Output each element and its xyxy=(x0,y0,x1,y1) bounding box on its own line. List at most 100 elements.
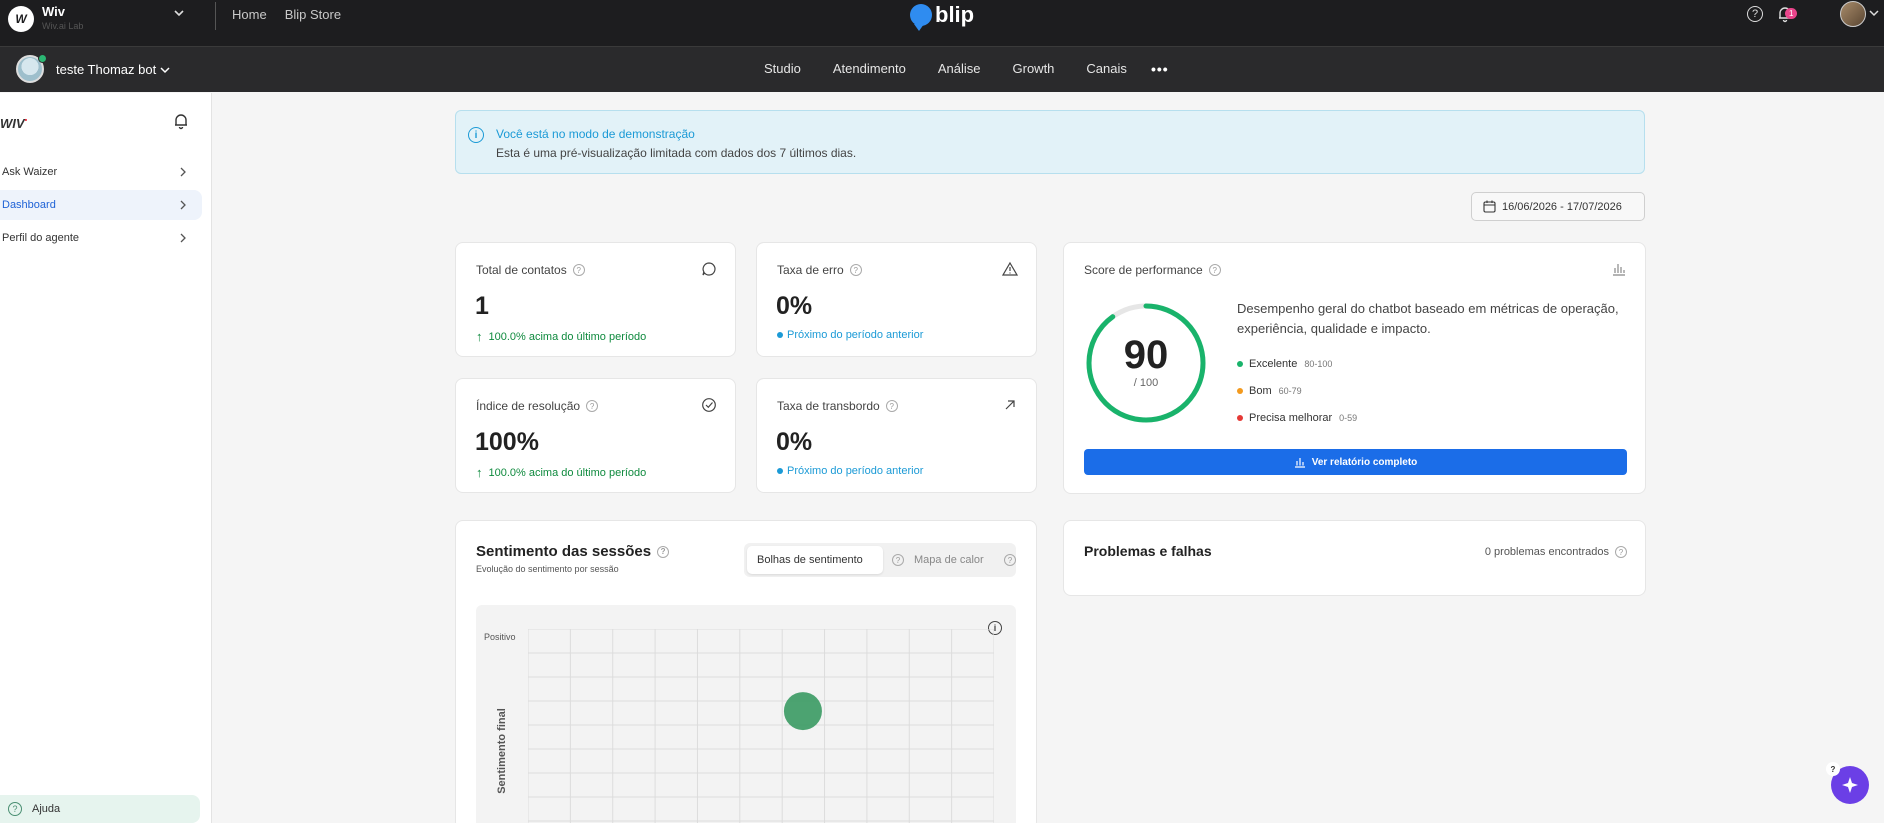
card-value: 0% xyxy=(776,292,813,320)
bar-chart-icon xyxy=(1294,458,1305,468)
notification-badge: 1 xyxy=(1785,8,1798,19)
blip-bubble-icon xyxy=(910,4,932,31)
bot-name: teste Thomaz bot xyxy=(56,62,157,77)
banner-text: Esta é uma pré-visualização limitada com… xyxy=(496,146,857,160)
legend-label: Precisa melhorar xyxy=(1249,412,1333,424)
trend-note: Próximo do período anterior xyxy=(777,329,923,341)
question-icon[interactable]: ? xyxy=(849,264,862,276)
date-range-picker[interactable]: 16/06/2026 - 17/07/2026 xyxy=(1471,192,1645,221)
question-icon[interactable]: ? xyxy=(1208,264,1221,276)
top-bar: W Wiv Wiv.ai Lab Home Blip Store blip ? … xyxy=(0,0,1884,46)
legend-range: 0-59 xyxy=(1339,413,1358,423)
demo-banner: i Você está no modo de demonstração Esta… xyxy=(455,110,1645,174)
metric-card-taxa-erro: Taxa de erro? 0% Próximo do período ante… xyxy=(756,242,1037,357)
performance-description: Desempenho geral do chatbot baseado em m… xyxy=(1237,301,1619,336)
arrow-up-icon: ↑ xyxy=(476,465,483,480)
card-value: 1 xyxy=(475,292,489,320)
performance-card: Score de performance? 90 / 100 Desempenh… xyxy=(1063,242,1646,494)
problems-card: Problemas e falhas 0 problemas encontrad… xyxy=(1063,520,1646,596)
question-icon[interactable]: ? xyxy=(657,545,670,558)
sparkle-icon xyxy=(1842,777,1858,793)
sidebar: WIV• Ask Waizer Dashboard Perfil do agen… xyxy=(0,93,212,823)
org-switcher[interactable]: W Wiv Wiv.ai Lab xyxy=(8,2,83,32)
sidebar-item-label: Perfil do agente xyxy=(2,232,80,244)
metric-card-indice-resolucao: Índice de resolução? 100% ↑ 100.0% acima … xyxy=(455,378,736,493)
trend-text: Próximo do período anterior xyxy=(787,329,924,341)
blip-store-link[interactable]: Blip Store xyxy=(285,7,341,22)
card-title: Problemas e falhas xyxy=(1084,543,1212,559)
sentiment-chart: i Positivo Sentimento final xyxy=(476,605,1016,823)
question-icon[interactable]: ? xyxy=(1615,546,1627,558)
card-value: 0% xyxy=(776,428,813,456)
sidebar-item-dashboard[interactable]: Dashboard xyxy=(0,190,202,220)
question-icon[interactable]: ? xyxy=(885,400,898,412)
brand-logo[interactable]: blip xyxy=(910,2,975,31)
status-dot xyxy=(777,468,783,474)
chat-bubble-icon xyxy=(702,262,716,276)
tab-bolhas-sentimento[interactable]: Bolhas de sentimento xyxy=(747,546,883,574)
question-icon[interactable]: ? xyxy=(1004,554,1016,566)
chevron-right-icon xyxy=(180,233,186,243)
sidebar-logo: WIV• xyxy=(0,116,28,131)
date-range-text: 16/06/2026 - 17/07/2026 xyxy=(1502,200,1622,213)
question-icon[interactable]: ? xyxy=(572,264,585,276)
question-icon: ? xyxy=(8,802,22,816)
button-label: Ver relatório completo xyxy=(1311,456,1418,468)
question-icon[interactable]: ? xyxy=(1826,762,1840,776)
legend-precisa-melhorar: Precisa melhorar 0-59 xyxy=(1237,412,1357,424)
chevron-down-icon[interactable] xyxy=(172,6,186,20)
legend-range: 60-79 xyxy=(1278,386,1302,396)
nav-canais[interactable]: Canais xyxy=(1086,61,1126,76)
help-icon[interactable]: ? xyxy=(1747,6,1763,22)
metric-card-taxa-transbordo: Taxa de transbordo? 0% Próximo do períod… xyxy=(756,378,1037,493)
check-circle-icon xyxy=(702,398,716,412)
chevron-down-icon xyxy=(160,66,170,73)
trend-text: 100.0% acima do último período xyxy=(488,466,647,479)
bot-bar: teste Thomaz bot Studio Atendimento Anál… xyxy=(0,46,1884,92)
nav-atendimento[interactable]: Atendimento xyxy=(833,61,906,76)
trend-note: ↑ 100.0% acima do último período xyxy=(476,465,646,480)
bot-selector[interactable]: teste Thomaz bot xyxy=(56,62,171,77)
user-avatar[interactable] xyxy=(1840,1,1866,27)
chevron-down-icon[interactable] xyxy=(1868,7,1880,19)
card-title: Sentimento das sessões xyxy=(476,543,652,560)
card-value: 100% xyxy=(475,428,539,456)
nav-studio[interactable]: Studio xyxy=(764,61,801,76)
bell-icon[interactable] xyxy=(172,112,190,130)
legend-label: Excelente xyxy=(1249,358,1298,370)
view-toggle: Bolhas de sentimento ? Mapa de calor ? xyxy=(744,543,1016,577)
chevron-right-icon xyxy=(180,167,186,177)
tab-mapa-calor[interactable]: Mapa de calor xyxy=(904,546,994,574)
sidebar-item-ask-waizer[interactable]: Ask Waizer xyxy=(0,157,202,187)
question-icon[interactable]: ? xyxy=(892,554,904,566)
full-report-button[interactable]: Ver relatório completo xyxy=(1084,449,1627,475)
arrow-up-right-icon xyxy=(1005,400,1015,410)
sentiment-card: Sentimento das sessões? Evolução do sent… xyxy=(455,520,1037,823)
sidebar-item-perfil-agente[interactable]: Perfil do agente xyxy=(0,223,202,253)
score-value: 90 xyxy=(1123,333,1169,377)
card-title: Score de performance xyxy=(1084,263,1203,277)
legend-range: 80-100 xyxy=(1304,359,1333,369)
legend-bom: Bom 60-79 xyxy=(1237,385,1302,397)
sentiment-bubble[interactable] xyxy=(783,692,822,731)
help-button[interactable]: ? Ajuda xyxy=(0,795,200,823)
card-title: Taxa de transbordo xyxy=(777,399,880,413)
nav-growth[interactable]: Growth xyxy=(1013,61,1055,76)
online-status-dot xyxy=(38,54,47,63)
sidebar-item-label: Ask Waizer xyxy=(2,166,58,178)
chevron-right-icon xyxy=(180,200,186,210)
y-axis-label: Sentimento final xyxy=(495,708,508,794)
home-link[interactable]: Home xyxy=(232,7,267,22)
brand-text: blip xyxy=(935,2,975,27)
arrow-up-icon: ↑ xyxy=(476,329,483,344)
trend-text: 100.0% acima do último período xyxy=(488,330,647,343)
calendar-icon xyxy=(1483,200,1496,213)
status-dot xyxy=(777,332,783,338)
more-menu-button[interactable]: ••• xyxy=(1151,61,1169,77)
trend-note: ↑ 100.0% acima do último período xyxy=(476,329,646,344)
question-icon[interactable]: ? xyxy=(586,400,599,412)
legend-dot xyxy=(1237,388,1243,394)
bar-chart-icon[interactable] xyxy=(1611,261,1627,277)
nav-analise[interactable]: Análise xyxy=(938,61,981,76)
problems-count: 0 problemas encontrados xyxy=(1484,546,1609,558)
